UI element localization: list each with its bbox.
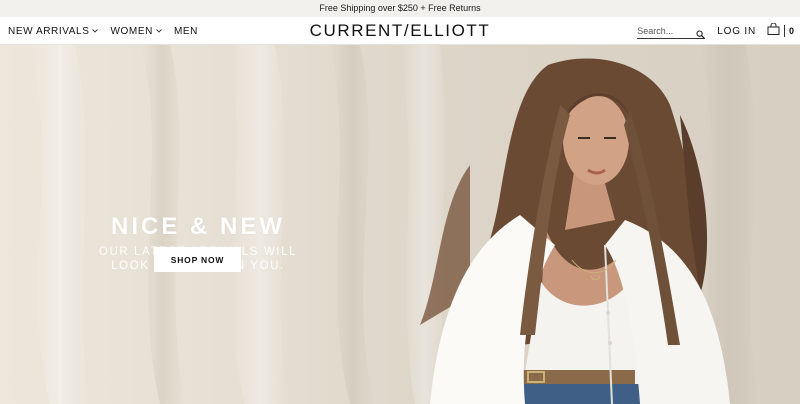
site-header: NEW ARRIVALS WOMEN MEN CURRENT/ELLIOTT L… bbox=[0, 17, 800, 45]
header-utilities: LOG IN 0 bbox=[637, 17, 794, 45]
shop-now-button[interactable]: SHOP NOW bbox=[154, 247, 241, 272]
main-nav: NEW ARRIVALS WOMEN MEN bbox=[8, 17, 198, 45]
search-box bbox=[637, 23, 706, 39]
hero-banner: NICE & NEW OUR LATEST ARRIVALS WILL LOOK… bbox=[0, 45, 800, 404]
nav-new-arrivals[interactable]: NEW ARRIVALS bbox=[8, 25, 99, 37]
promo-banner: Free Shipping over $250 + Free Returns bbox=[0, 0, 800, 17]
chevron-down-icon bbox=[92, 29, 99, 33]
nav-women-label: WOMEN bbox=[110, 25, 153, 37]
brand-logo[interactable]: CURRENT/ELLIOTT bbox=[310, 21, 491, 40]
search-icon[interactable] bbox=[696, 26, 706, 44]
promo-text: Free Shipping over $250 + Free Returns bbox=[319, 3, 481, 13]
search-input[interactable] bbox=[637, 25, 694, 36]
cart-count: 0 bbox=[788, 26, 794, 36]
cart-button[interactable]: 0 bbox=[767, 22, 794, 40]
cart-divider bbox=[783, 25, 785, 37]
nav-women[interactable]: WOMEN bbox=[110, 25, 162, 37]
shopping-bag-icon bbox=[767, 22, 780, 40]
nav-men[interactable]: MEN bbox=[174, 26, 198, 37]
nav-new-arrivals-label: NEW ARRIVALS bbox=[8, 25, 90, 37]
nav-men-label: MEN bbox=[173, 25, 198, 37]
chevron-down-icon bbox=[156, 29, 162, 33]
hero-title: NICE & NEW bbox=[111, 213, 285, 240]
login-link[interactable]: LOG IN bbox=[717, 26, 756, 37]
